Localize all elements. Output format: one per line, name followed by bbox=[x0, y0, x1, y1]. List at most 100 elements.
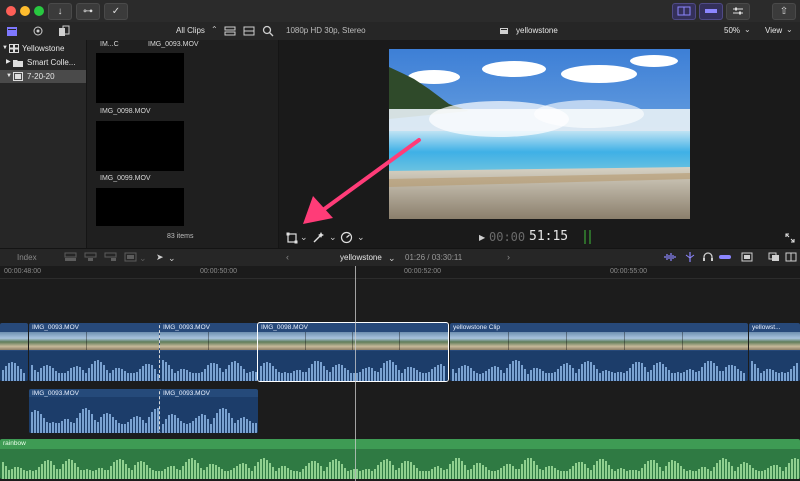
waveform-bar bbox=[210, 363, 212, 381]
timeline-clip[interactable]: IMG_0093.MOV bbox=[159, 323, 258, 381]
clip-thumbnail[interactable] bbox=[96, 188, 184, 226]
clip-appearance-timeline-icon[interactable] bbox=[741, 252, 753, 262]
clip-thumbnail[interactable] bbox=[96, 53, 184, 103]
waveform-bar bbox=[94, 419, 96, 433]
waveform-bar bbox=[260, 366, 262, 381]
waveform-bar bbox=[515, 469, 517, 479]
audio-waveform-icon[interactable] bbox=[664, 252, 676, 262]
waveform-bar bbox=[14, 467, 16, 479]
skimming-icon[interactable] bbox=[684, 252, 696, 262]
waveform-bar bbox=[473, 465, 475, 479]
library-layout-icon[interactable] bbox=[672, 3, 696, 20]
timeline-clip-selected[interactable]: IMG_0098.MOV bbox=[257, 322, 449, 382]
connect-clip-icon[interactable] bbox=[64, 252, 77, 262]
zoom-window-button[interactable] bbox=[34, 6, 44, 16]
headphones-icon[interactable] bbox=[702, 252, 714, 262]
clip-thumbnail[interactable] bbox=[96, 121, 184, 171]
photos-audio-icon[interactable] bbox=[32, 25, 44, 37]
waveform-bar bbox=[44, 461, 46, 479]
effects-browser-icon[interactable] bbox=[768, 252, 780, 262]
timeline-clip-partial[interactable] bbox=[0, 323, 28, 381]
insert-clip-icon[interactable] bbox=[84, 252, 97, 262]
share-icon[interactable]: ⇧ bbox=[772, 3, 796, 20]
zoom-level[interactable]: 50% bbox=[724, 26, 740, 35]
timeline-clip[interactable]: yellowstone Clip bbox=[450, 323, 748, 381]
waveform-bar bbox=[665, 366, 667, 381]
waveform-bar bbox=[287, 372, 289, 381]
filmstrip-view-icon[interactable] bbox=[224, 26, 236, 36]
waveform-bar bbox=[782, 471, 784, 479]
back-chevron-icon[interactable]: ‹ bbox=[286, 252, 289, 262]
retime-icon[interactable] bbox=[340, 231, 353, 244]
enhancements-chevron-down-icon[interactable]: ⌄ bbox=[329, 232, 337, 243]
import-icon[interactable]: ↓ bbox=[48, 3, 72, 20]
library-item-smart-collections[interactable]: ▶ Smart Colle... bbox=[0, 56, 86, 69]
waveform-bar bbox=[139, 368, 141, 381]
zoom-chevron-down-icon[interactable]: ⌄ bbox=[744, 25, 751, 34]
clip-appearance-icon[interactable] bbox=[243, 26, 255, 36]
waveform-bar bbox=[76, 365, 78, 381]
edit-chevron-down-icon[interactable]: ⌄ bbox=[139, 253, 147, 264]
enhancements-icon[interactable] bbox=[312, 231, 325, 244]
tool-chevron-down-icon[interactable]: ⌄ bbox=[168, 253, 176, 264]
transitions-browser-icon[interactable] bbox=[785, 252, 797, 262]
project-chevron-down-icon[interactable]: ⌄ bbox=[388, 253, 396, 264]
waveform-bar bbox=[79, 367, 81, 381]
play-icon[interactable]: ▶ bbox=[479, 233, 485, 242]
waveform-bar bbox=[308, 463, 310, 479]
library-item-event-7-20-20[interactable]: ▼ 7-20-20 bbox=[0, 70, 86, 83]
waveform-bar bbox=[29, 470, 31, 479]
waveform-bar bbox=[350, 469, 352, 479]
music-track[interactable]: rainbow bbox=[0, 439, 800, 479]
waveform-bar bbox=[572, 368, 574, 381]
timeline[interactable]: IMG_0093.MOV IMG_0093.MOV IMG_0098.MOV y… bbox=[0, 279, 800, 481]
libraries-icon[interactable] bbox=[6, 25, 18, 37]
waveform-bar bbox=[443, 470, 445, 479]
view-menu[interactable]: View bbox=[765, 26, 782, 35]
titles-generators-icon[interactable] bbox=[58, 25, 70, 37]
retime-chevron-down-icon[interactable]: ⌄ bbox=[357, 232, 365, 243]
fullscreen-icon[interactable] bbox=[785, 233, 795, 243]
waveform-bar bbox=[154, 368, 156, 381]
close-window-button[interactable] bbox=[6, 6, 16, 16]
minimize-window-button[interactable] bbox=[20, 6, 30, 16]
waveform-bar bbox=[440, 467, 442, 479]
library-item-yellowstone[interactable]: ▼ Yellowstone bbox=[0, 42, 86, 55]
forward-chevron-icon[interactable]: › bbox=[507, 252, 510, 262]
view-chevron-down-icon[interactable]: ⌄ bbox=[786, 25, 793, 34]
disclosure-closed-icon[interactable]: ▶ bbox=[6, 56, 11, 69]
timecode-display[interactable]: 51:15 bbox=[529, 229, 568, 244]
waveform-bar bbox=[775, 372, 777, 381]
inspector-layout-icon[interactable] bbox=[726, 3, 750, 20]
connected-clip[interactable]: IMG_0093.MOV bbox=[159, 389, 258, 433]
timeline-clip[interactable]: yellowst... bbox=[749, 323, 800, 381]
keyword-icon[interactable]: ⊶ bbox=[76, 3, 100, 20]
playhead[interactable] bbox=[355, 266, 356, 481]
filter-chevron-icon[interactable]: ⌃ bbox=[211, 25, 218, 34]
waveform-bar bbox=[617, 468, 619, 479]
background-tasks-icon[interactable]: ✓ bbox=[104, 3, 128, 20]
select-tool-icon[interactable]: ➤ bbox=[156, 252, 164, 263]
disclosure-open-icon[interactable]: ▼ bbox=[2, 42, 8, 55]
all-clips-filter[interactable]: All Clips bbox=[176, 26, 205, 35]
waveform-bar bbox=[219, 409, 221, 433]
waveform-bar bbox=[207, 418, 209, 433]
index-button[interactable]: Index bbox=[17, 253, 37, 262]
disclosure-open-icon[interactable]: ▼ bbox=[6, 70, 12, 83]
transform-chevron-down-icon[interactable]: ⌄ bbox=[300, 232, 308, 243]
waveform-bar bbox=[500, 468, 502, 479]
timeline-layout-icon[interactable] bbox=[699, 3, 723, 20]
waveform-bar bbox=[491, 471, 493, 479]
snapping-icon[interactable] bbox=[718, 252, 732, 262]
waveform-bar bbox=[593, 464, 595, 479]
timeline-project-name[interactable]: yellowstone bbox=[340, 253, 382, 262]
waveform-bar bbox=[509, 363, 511, 381]
append-clip-icon[interactable] bbox=[104, 252, 117, 262]
transform-icon[interactable] bbox=[286, 232, 298, 244]
timeline-ruler[interactable]: 00:00:48:00 00:00:50:00 00:00:52:00 00:0… bbox=[0, 266, 800, 279]
waveform-bar bbox=[112, 369, 114, 381]
waveform-bar bbox=[70, 421, 72, 433]
waveform-bar bbox=[641, 363, 643, 381]
search-icon[interactable] bbox=[262, 25, 274, 37]
overwrite-clip-icon[interactable] bbox=[124, 252, 137, 262]
